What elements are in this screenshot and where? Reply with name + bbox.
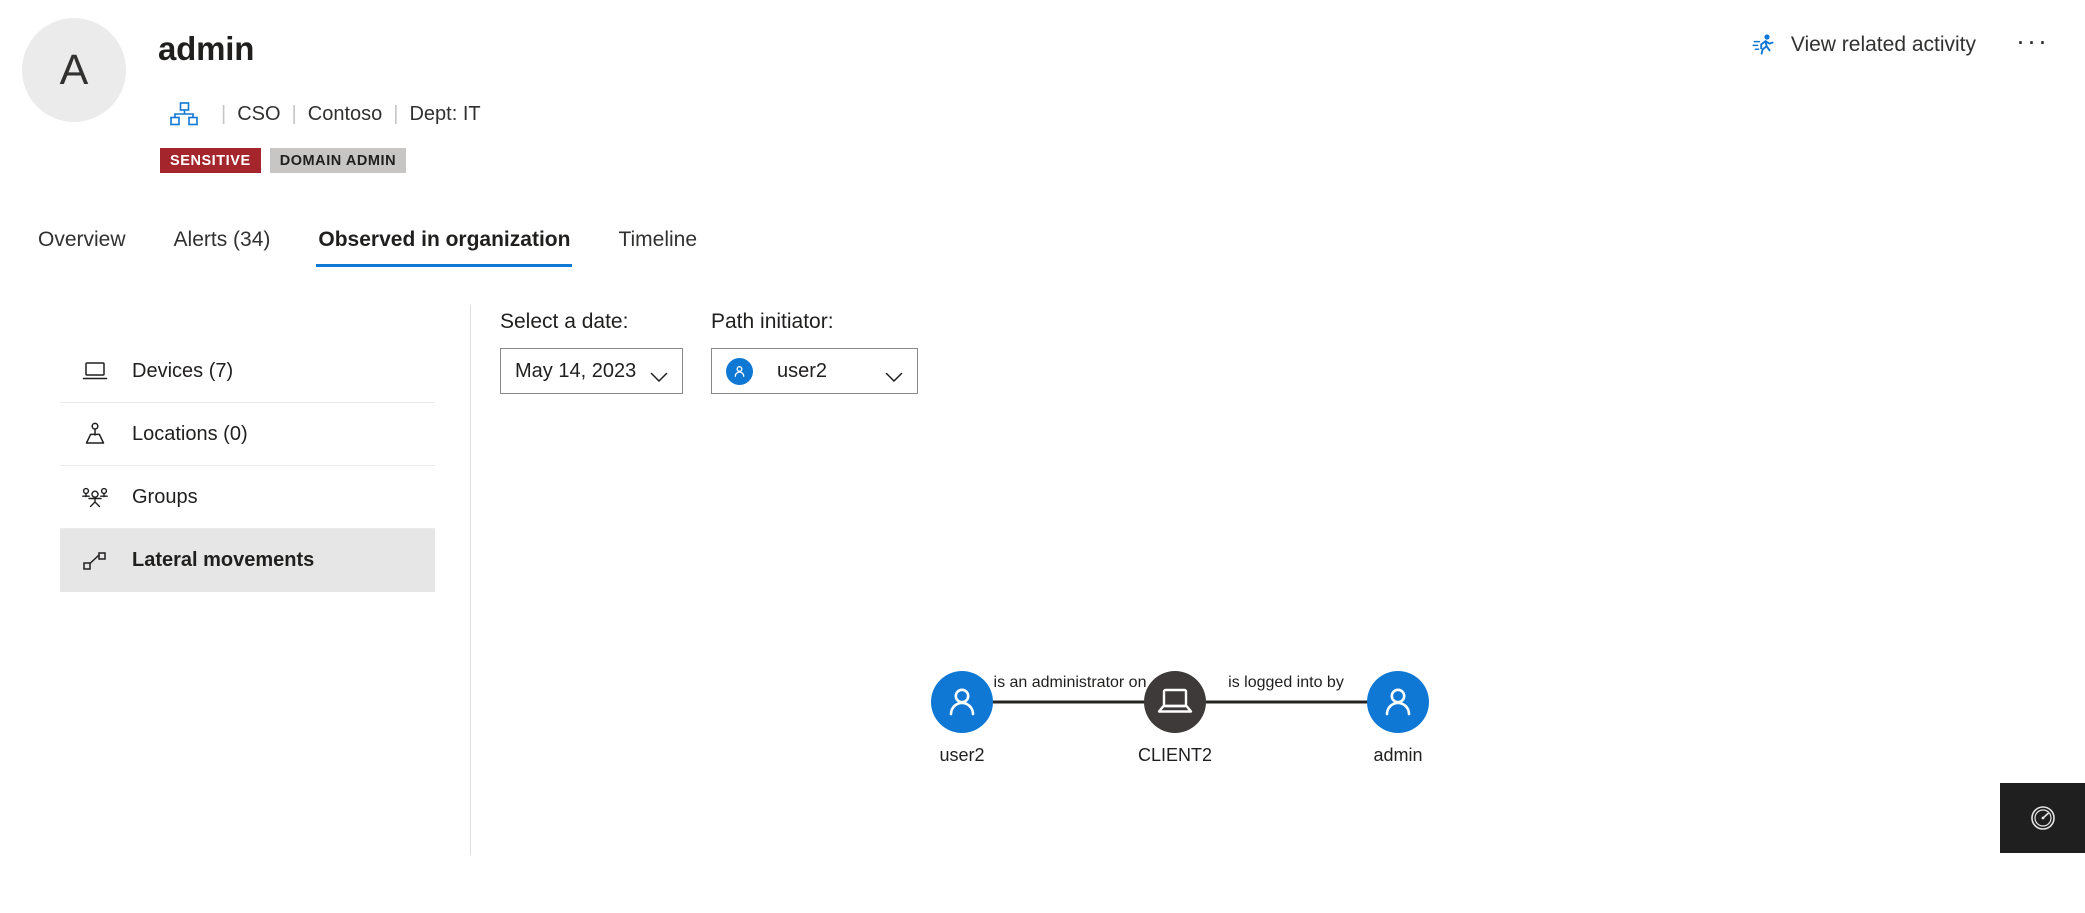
status-badge-sensitive: SENSITIVE xyxy=(160,148,261,173)
path-initiator-filter: Path initiator: user2 xyxy=(711,310,918,394)
meta-divider: | xyxy=(221,102,227,125)
meta-divider: | xyxy=(393,102,399,125)
graph-canvas xyxy=(931,671,1429,733)
tab-bar: Overview Alerts (34) Observed in organiz… xyxy=(0,222,2085,280)
location-person-icon xyxy=(80,419,110,449)
date-filter: Select a date: May 14, 2023 xyxy=(500,310,683,394)
path-initiator-select[interactable]: user2 xyxy=(711,348,918,394)
avatar-initial: A xyxy=(59,45,89,94)
chevron-down-icon xyxy=(650,366,668,382)
person-icon xyxy=(726,357,753,385)
avatar: A xyxy=(22,18,126,122)
status-badge-domain-admin: DOMAIN ADMIN xyxy=(269,148,407,173)
meta-department: Dept: IT xyxy=(409,102,481,125)
sidebar-item-devices[interactable]: Devices (7) xyxy=(60,340,435,403)
graph-node-client2 xyxy=(1144,671,1206,733)
sidebar-item-locations[interactable]: Locations (0) xyxy=(60,403,435,466)
sidebar-item-label: Devices (7) xyxy=(132,359,234,382)
page-title: admin xyxy=(158,30,255,67)
page-header: A admin | CSO | Contoso | Dept: IT SENSI… xyxy=(0,0,2085,200)
tab-timeline[interactable]: Timeline xyxy=(616,222,699,267)
performance-gauge-widget[interactable] xyxy=(2000,783,2085,853)
entity-page: A admin | CSO | Contoso | Dept: IT SENSI… xyxy=(0,0,2085,913)
sidebar-item-label: Groups xyxy=(132,485,198,508)
meta-role: CSO xyxy=(237,102,281,125)
sidebar-item-label: Locations (0) xyxy=(132,422,248,445)
lateral-movement-graph: is an administrator on is logged into by… xyxy=(930,650,1610,790)
gauge-icon xyxy=(2029,804,2057,832)
people-group-icon xyxy=(80,482,110,512)
meta-divider: | xyxy=(291,102,297,125)
running-person-icon xyxy=(1752,32,1778,58)
sidebar-item-groups[interactable]: Groups xyxy=(60,466,435,529)
date-select[interactable]: May 14, 2023 xyxy=(500,348,683,394)
sidebar-item-label: Lateral movements xyxy=(132,549,315,571)
graph-node-label-client2: CLIENT2 xyxy=(1137,745,1213,765)
laptop-icon xyxy=(80,356,110,386)
tab-alerts[interactable]: Alerts (34) xyxy=(172,222,273,267)
date-select-value: May 14, 2023 xyxy=(515,359,637,382)
graph-edge-label: is an administrator on xyxy=(993,674,1147,691)
path-initiator-label: Path initiator: xyxy=(711,310,834,333)
view-related-activity-button[interactable]: View related activity xyxy=(1746,28,1982,62)
view-related-activity-label: View related activity xyxy=(1790,33,1977,56)
lateral-movement-icon xyxy=(80,546,110,576)
tab-overview[interactable]: Overview xyxy=(36,222,128,267)
filter-bar: Select a date: May 14, 2023 Path initiat… xyxy=(500,310,918,394)
org-hierarchy-icon xyxy=(170,102,198,126)
more-options-button[interactable]: ··· xyxy=(2008,28,2057,61)
path-initiator-value: user2 xyxy=(777,359,828,382)
date-filter-label: Select a date: xyxy=(500,310,629,333)
tab-observed-in-organization[interactable]: Observed in organization xyxy=(316,222,573,267)
chevron-down-icon xyxy=(885,366,903,382)
graph-edge-label: is logged into by xyxy=(1228,674,1344,691)
graph-node-label-user2: user2 xyxy=(939,745,985,765)
sidebar-item-lateral-movements[interactable]: Lateral movements xyxy=(60,529,435,592)
entity-meta: | CSO | Contoso | Dept: IT xyxy=(170,100,481,128)
meta-company: Contoso xyxy=(307,102,383,125)
content-divider xyxy=(470,305,471,855)
header-actions: View related activity ··· xyxy=(1746,28,2057,62)
badge-list: SENSITIVE DOMAIN ADMIN xyxy=(160,148,407,173)
graph-node-label-admin: admin xyxy=(1373,745,1423,765)
secondary-nav: Devices (7) Locations (0) Groups Lateral… xyxy=(60,340,435,592)
